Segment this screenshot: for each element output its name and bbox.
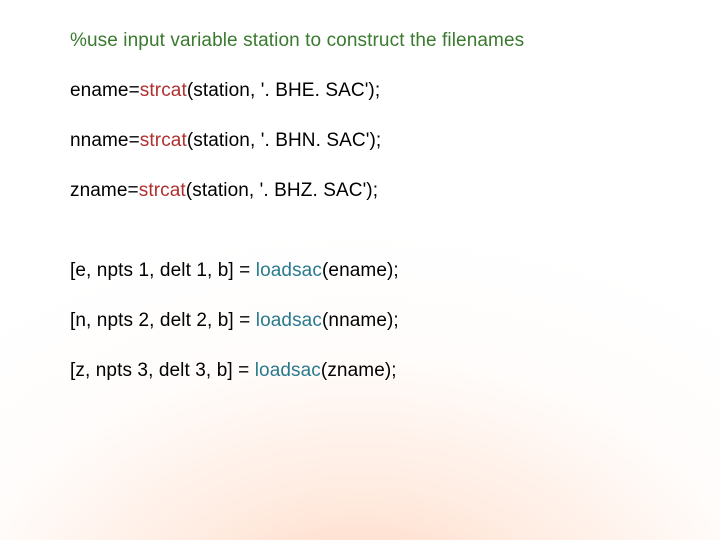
fn-strcat: strcat — [140, 130, 187, 151]
args: (station, '. BHE. SAC'); — [187, 80, 380, 101]
code-line: [e, npts 1, delt 1, b] = loadsac(ename); — [70, 260, 524, 282]
lhs: [z, npts 3, delt 3, b] = — [70, 360, 255, 381]
args: (zname); — [321, 360, 397, 381]
lhs: zname= — [70, 180, 139, 201]
fn-strcat: strcat — [139, 180, 186, 201]
fn-loadsac: loadsac — [256, 310, 322, 331]
lhs: ename= — [70, 80, 140, 101]
args: (station, '. BHN. SAC'); — [187, 130, 381, 151]
lhs: [n, npts 2, delt 2, b] = — [70, 310, 256, 331]
code-line: [z, npts 3, delt 3, b] = loadsac(zname); — [70, 360, 524, 382]
lhs: [e, npts 1, delt 1, b] = — [70, 260, 256, 281]
fn-loadsac: loadsac — [256, 260, 322, 281]
fn-loadsac: loadsac — [255, 360, 321, 381]
args: (station, '. BHZ. SAC'); — [186, 180, 378, 201]
fn-strcat: strcat — [140, 80, 187, 101]
code-line: ename=strcat(station, '. BHE. SAC'); — [70, 80, 524, 102]
comment-line: %use input variable station to construct… — [70, 30, 524, 52]
lhs: nname= — [70, 130, 140, 151]
args: (ename); — [322, 260, 399, 281]
code-line: nname=strcat(station, '. BHN. SAC'); — [70, 130, 524, 152]
code-block: %use input variable station to construct… — [70, 30, 524, 382]
code-line: zname=strcat(station, '. BHZ. SAC'); — [70, 180, 524, 202]
code-line: [n, npts 2, delt 2, b] = loadsac(nname); — [70, 310, 524, 332]
args: (nname); — [322, 310, 399, 331]
